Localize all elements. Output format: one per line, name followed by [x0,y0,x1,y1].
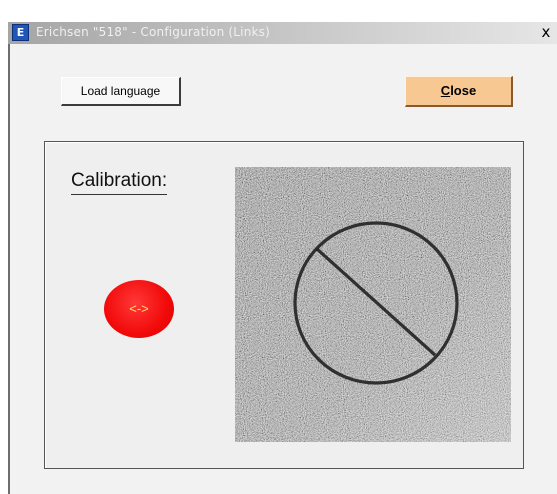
title-bar[interactable]: E Erichsen "518" - Configuration (Links)… [8,22,557,44]
calibration-panel: Calibration: <-> [44,141,524,469]
close-button-label: lose [450,83,477,98]
calibration-image [235,167,511,442]
load-language-button[interactable]: Load language [61,77,181,106]
close-button-mnemonic: C [440,83,451,98]
calibration-heading: Calibration: [71,170,168,195]
window-client-area: Load language Close Calibration: <-> [8,44,557,494]
calibration-image-svg [235,167,511,442]
close-button[interactable]: Close [405,76,513,107]
configuration-window: E Erichsen "518" - Configuration (Links)… [0,0,557,494]
close-icon[interactable]: x [538,23,554,41]
app-logo-icon: E [12,24,29,41]
window-title: Erichsen "518" - Configuration (Links) [36,25,270,39]
calibration-toggle-button[interactable]: <-> [104,280,174,338]
